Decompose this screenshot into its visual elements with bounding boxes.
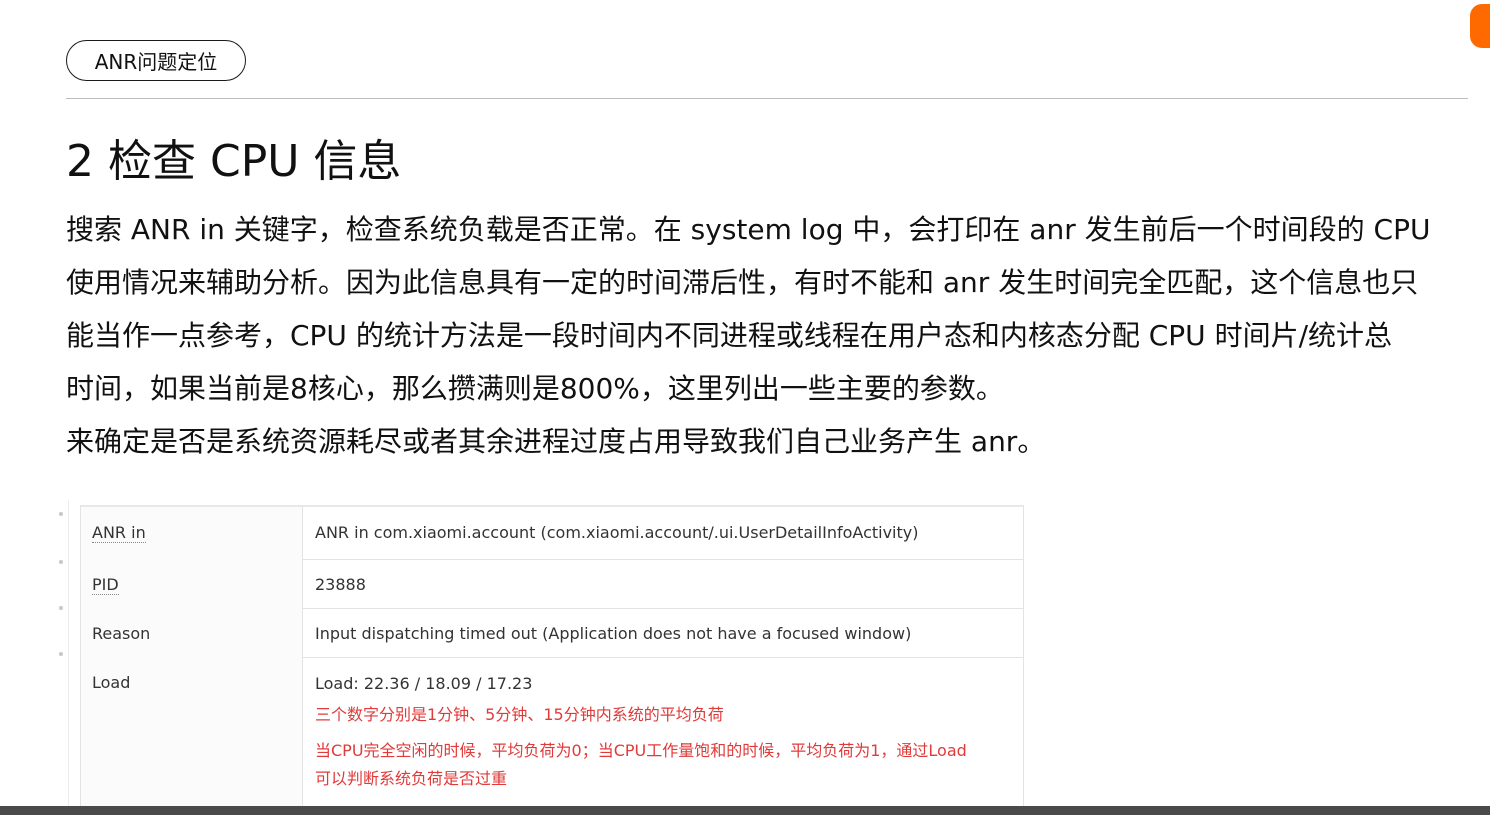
row-key: PID <box>92 575 119 595</box>
rail-dot <box>59 560 63 564</box>
table-value-cell: ANR in com.xiaomi.account (com.xiaomi.ac… <box>304 507 1023 559</box>
table-row: PID 23888 <box>81 559 1023 609</box>
table-row: Reason Input dispatching timed out (Appl… <box>81 608 1023 658</box>
row-key: Reason <box>92 624 151 643</box>
table-row: ANR in ANR in com.xiaomi.account (com.xi… <box>81 507 1023 560</box>
table-key-cell: Reason <box>81 608 303 657</box>
table-row: Load Load: 22.36 / 18.09 / 17.23 三个数字分别是… <box>81 657 1023 815</box>
load-note: 可以判断系统负荷是否过重 <box>315 769 508 788</box>
table-key-cell: Load <box>81 657 303 815</box>
paragraph-line: 来确定是否是系统资源耗尽或者其余进程过度占用导致我们自己业务产生 anr。 <box>66 425 1046 458</box>
table-value-cell: 23888 <box>304 559 1023 608</box>
row-value: ANR in com.xiaomi.account (com.xiaomi.ac… <box>315 523 919 542</box>
table-value-cell: Input dispatching timed out (Application… <box>304 608 1023 657</box>
load-note: 当CPU完全空闲的时候，平均负荷为0；当CPU工作量饱和的时候，平均负荷为1，通… <box>315 741 967 760</box>
paragraph-line: 使用情况来辅助分析。因为此信息具有一定的时间滞后性，有时不能和 anr 发生时间… <box>66 266 1419 299</box>
section-paragraph: 搜索 ANR in 关键字，检查系统负载是否正常。在 system log 中，… <box>66 203 1486 468</box>
document-page: ANR问题定位 2 检查 CPU 信息 搜索 ANR in 关键字，检查系统负载… <box>0 0 1490 815</box>
section-tag-label: ANR问题定位 <box>94 50 218 74</box>
brand-logo-icon <box>1470 4 1490 48</box>
bottom-scroll-bar <box>0 806 1490 815</box>
section-tag-pill: ANR问题定位 <box>66 40 246 81</box>
paragraph-line: 能当作一点参考，CPU 的统计方法是一段时间内不同进程或线程在用户态和内核态分配… <box>66 319 1392 352</box>
table-key-cell: PID <box>81 559 303 608</box>
row-value: 23888 <box>315 575 366 594</box>
header-divider <box>66 98 1468 99</box>
table-key-cell: ANR in <box>81 507 303 559</box>
rail-dot <box>59 512 63 516</box>
row-value: Load: 22.36 / 18.09 / 17.23 <box>315 674 533 693</box>
row-key: ANR in <box>92 523 146 543</box>
cpu-info-table: ANR in ANR in com.xiaomi.account (com.xi… <box>80 505 1024 815</box>
rail-dot <box>59 652 63 656</box>
table-value-cell: Load: 22.36 / 18.09 / 17.23 三个数字分别是1分钟、5… <box>304 657 1023 815</box>
rail-dot <box>59 606 63 610</box>
section-heading: 2 检查 CPU 信息 <box>66 136 402 187</box>
row-value: Input dispatching timed out (Application… <box>315 624 912 643</box>
embed-side-rail <box>68 500 69 815</box>
row-key: Load <box>92 673 131 692</box>
load-note: 三个数字分别是1分钟、5分钟、15分钟内系统的平均负荷 <box>315 705 724 724</box>
paragraph-line: 搜索 ANR in 关键字，检查系统负载是否正常。在 system log 中，… <box>66 213 1431 246</box>
paragraph-line: 时间，如果当前是8核心，那么攒满则是800%，这里列出一些主要的参数。 <box>66 372 1004 405</box>
